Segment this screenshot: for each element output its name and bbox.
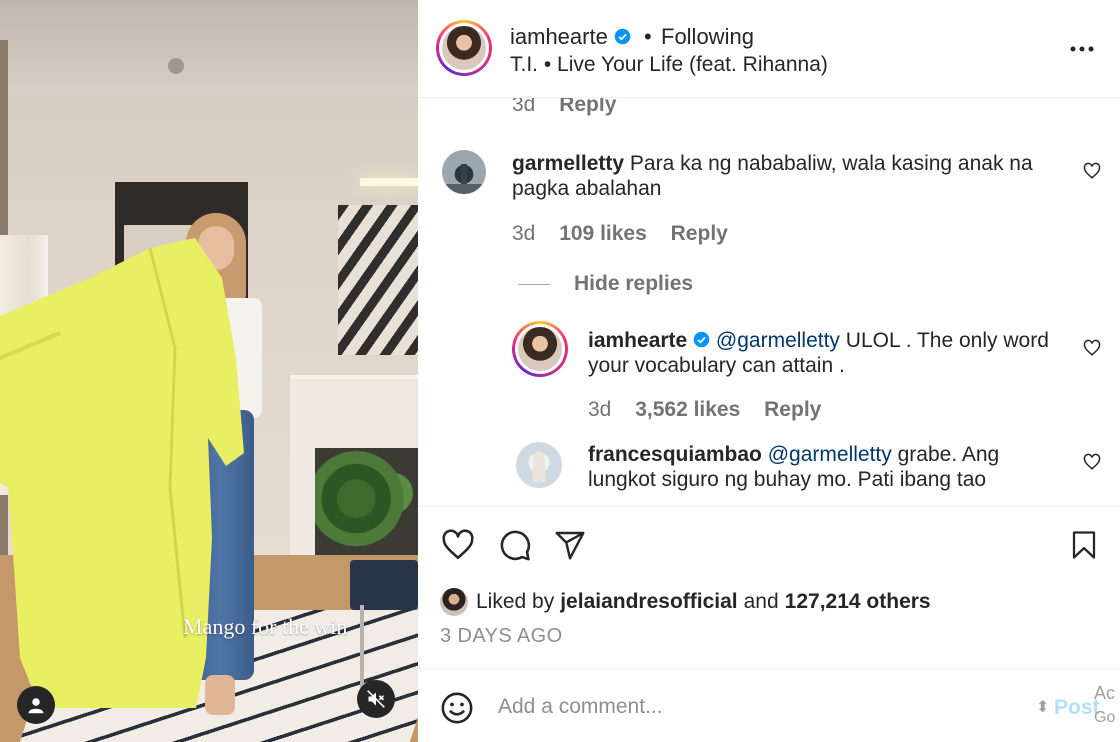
comment-body: garmelletty Para ka ng nababaliw, wala k… [512, 151, 1072, 201]
hide-replies-toggle[interactable]: Hide replies [518, 272, 693, 296]
reply-body: francesquiambao @garmelletty grabe. Ang … [588, 442, 1058, 492]
video-wall-light [360, 178, 418, 186]
post-actions: Liked by jelaiandresofficial and 127,214… [418, 506, 1120, 668]
comment-age: 3d [512, 98, 536, 116]
liked-by-and: and [743, 590, 779, 613]
reply-username[interactable]: francesquiambao [588, 443, 762, 466]
reply-body: iamhearte @garmelletty ULOL . The only w… [588, 328, 1058, 378]
replies-divider-line [518, 283, 550, 285]
reply-mention[interactable]: @garmelletty [768, 443, 892, 466]
like-reply-heart-icon[interactable] [1083, 339, 1101, 357]
reply-author-avatar[interactable] [516, 442, 562, 488]
reply-author-avatar[interactable] [512, 321, 568, 377]
reply-age: 3d [588, 398, 612, 421]
verified-badge-icon [693, 331, 710, 348]
comment-meta: 3d 109 likes Reply [512, 222, 746, 246]
post-side-panel: iamhearte • Following T.I. • Live Your L… [418, 0, 1120, 742]
like-comment-heart-icon[interactable] [1083, 162, 1101, 180]
like-reply-heart-icon[interactable] [1083, 453, 1101, 471]
liker-avatar[interactable] [440, 588, 468, 616]
liked-by-prefix: Liked by [476, 590, 555, 613]
emoji-icon[interactable] [440, 691, 474, 725]
tagged-users-button[interactable] [17, 686, 55, 724]
save-button[interactable] [1066, 527, 1102, 563]
comment-button[interactable] [497, 527, 533, 563]
following-button[interactable]: Following [661, 24, 754, 50]
reply-username[interactable]: iamhearte [588, 329, 687, 352]
author-avatar[interactable] [436, 20, 492, 76]
video-bench [350, 560, 418, 610]
post-comment-button[interactable]: Post [1054, 696, 1100, 720]
comment-composer: ⬍ Post Ac Go [418, 668, 1120, 742]
muted-speaker-icon [367, 690, 385, 708]
video-caption: Mango for the win [183, 614, 348, 639]
more-options-icon [1070, 46, 1094, 52]
activation-overlay-text-2: Go [1094, 709, 1116, 726]
reply-mention[interactable]: @garmelletty [716, 329, 840, 352]
mute-toggle-button[interactable] [357, 680, 395, 718]
comment-username[interactable]: garmelletty [512, 152, 624, 175]
reply-button[interactable]: Reply [671, 222, 728, 245]
activation-overlay-text: Ac [1094, 683, 1116, 703]
reply-button[interactable]: Reply [559, 98, 616, 116]
share-button[interactable] [552, 527, 588, 563]
liked-by-count[interactable]: 127,214 others [785, 590, 931, 614]
comment-input[interactable] [498, 695, 1018, 719]
comment-likes[interactable]: 109 likes [559, 222, 647, 245]
video-wall-art [338, 205, 418, 355]
spinner-arrows-icon: ⬍ [1036, 699, 1050, 716]
comment-icon [500, 530, 531, 561]
reply-button[interactable]: Reply [764, 398, 821, 421]
liked-by-summary: Liked by jelaiandresofficial and 127,214… [440, 588, 937, 616]
post-timestamp[interactable]: 3 DAYS AGO [440, 625, 563, 648]
reply-likes[interactable]: 3,562 likes [635, 398, 740, 421]
user-icon [28, 698, 44, 714]
bookmark-icon [1072, 531, 1096, 559]
comment-age: 3d [512, 222, 536, 245]
author-username[interactable]: iamhearte [510, 24, 608, 49]
share-icon [555, 531, 585, 560]
video-plant [315, 450, 418, 558]
heart-icon [442, 529, 474, 560]
post-header: iamhearte • Following T.I. • Live Your L… [418, 0, 1120, 98]
post-video[interactable]: Mango for the win [0, 0, 418, 742]
header-separator: • [644, 24, 652, 49]
comments-list[interactable]: 3d Reply garmelletty Para ka ng nababali… [418, 98, 1120, 506]
like-button[interactable] [440, 527, 476, 563]
commenter-avatar[interactable] [442, 150, 486, 194]
more-options-button[interactable] [1067, 34, 1097, 64]
liked-by-username[interactable]: jelaiandresofficial [560, 590, 737, 614]
video-ceiling-light [168, 58, 184, 74]
verified-badge-icon [614, 28, 631, 45]
video-ceiling [0, 0, 418, 95]
hide-replies-label[interactable]: Hide replies [574, 272, 693, 296]
previous-comment-meta: 3d Reply [512, 98, 634, 117]
reply-meta: 3d 3,562 likes Reply [588, 398, 839, 422]
author-username-row[interactable]: iamhearte [510, 24, 631, 50]
audio-track-link[interactable]: T.I. • Live Your Life (feat. Rihanna) [510, 53, 828, 77]
